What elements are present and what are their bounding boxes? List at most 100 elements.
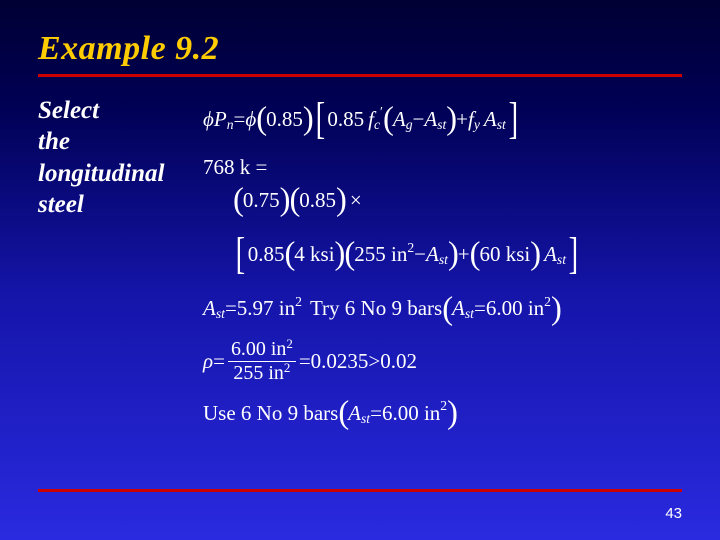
rparen-2: ) — [446, 102, 456, 138]
eq-sign-6: = — [370, 402, 382, 425]
val-4ksi: 4 ksi — [294, 243, 334, 266]
frac-num: 6.00 in2 — [228, 339, 296, 360]
slide: Example 9.2 Select the longitudinal stee… — [0, 0, 720, 540]
val-60ksi: 60 ksi — [479, 243, 530, 266]
rparen-7: ) — [530, 237, 540, 273]
fac-075: 0.75 — [243, 189, 280, 212]
ag-a: A — [393, 108, 406, 131]
lbracket-1: [ — [315, 95, 325, 144]
equation-row-2a: 768 k = — [203, 156, 682, 179]
equations-block: P n = ( 0.85 ) [ 0.85 f c ′ ( A g − A st… — [203, 95, 682, 443]
equation-row-4: A st = 5.97 in 2 Try 6 No 9 bars ( A st … — [203, 291, 682, 327]
sup-2-a: 2 — [407, 240, 414, 255]
ast4-a: A — [544, 243, 557, 266]
ag-g: g — [406, 117, 413, 132]
side-line-4: steel — [38, 189, 203, 220]
pn-n: n — [227, 117, 234, 132]
side-label: Select the longitudinal steel — [38, 95, 203, 220]
factor-085-outer: 0.85 — [266, 108, 303, 131]
factor-085-r3: 0.85 — [248, 243, 285, 266]
lparen-4: ( — [289, 183, 299, 219]
fy-y: y — [474, 117, 480, 132]
val-600: 6.00 in — [486, 297, 544, 320]
ast-st: st — [437, 117, 446, 132]
num-sup: 2 — [286, 336, 292, 351]
bottom-rule — [38, 489, 682, 492]
ast4-st: st — [557, 252, 566, 267]
minus-1: − — [413, 108, 425, 131]
rbracket-1: ] — [508, 95, 518, 144]
slide-title: Example 9.2 — [38, 30, 682, 68]
eq-sign-4b: = — [474, 297, 486, 320]
ast3-st: st — [439, 252, 448, 267]
rparen-8: ) — [551, 292, 561, 328]
rparen-6: ) — [448, 237, 458, 273]
ast7-st: st — [361, 411, 370, 426]
content-area: Select the longitudinal steel P n = ( 0.… — [38, 95, 682, 443]
den-255in: 255 in — [233, 362, 283, 384]
val-255in: 255 in — [354, 243, 407, 266]
pn-p: P — [214, 108, 227, 131]
eq-sign-1: = — [234, 108, 246, 131]
phi-symbol — [203, 108, 214, 131]
times-symbol — [350, 189, 362, 212]
den-sup: 2 — [284, 360, 290, 375]
ast6-a: A — [452, 297, 465, 320]
page-number: 43 — [665, 505, 682, 522]
sup-2-d: 2 — [440, 398, 447, 413]
minus-2: − — [414, 243, 426, 266]
gt-sign: > — [368, 350, 380, 373]
val-600b: 6.00 in — [382, 402, 440, 425]
lbracket-2: [ — [236, 230, 246, 279]
factor-085-inner: 0.85 — [327, 108, 364, 131]
equation-row-1: P n = ( 0.85 ) [ 0.85 f c ′ ( A g − A st… — [203, 95, 682, 144]
phi-symbol-2 — [245, 108, 256, 131]
try-text: Try 6 No 9 bars — [310, 297, 442, 320]
frac-den: 255 in2 — [230, 363, 293, 384]
use-text: Use 6 No 9 bars — [203, 402, 338, 425]
ast6-st: st — [465, 306, 474, 321]
fraction-rho: 6.00 in2 255 in2 — [228, 339, 296, 384]
ast5-a: A — [203, 297, 216, 320]
lparen-5: ( — [284, 237, 294, 273]
lhs-768k: 768 k = — [203, 156, 267, 179]
sup-2-b: 2 — [295, 294, 302, 309]
calc-0235: 0.0235 — [311, 350, 369, 373]
side-line-3: longitudinal — [38, 158, 203, 189]
ast-a: A — [424, 108, 437, 131]
sup-2-c: 2 — [544, 294, 551, 309]
rparen-5: ) — [335, 237, 345, 273]
lparen-2: ( — [383, 102, 393, 138]
ast3-a: A — [426, 243, 439, 266]
rparen-9: ) — [447, 396, 457, 432]
lparen-1: ( — [256, 102, 266, 138]
ast5-st: st — [216, 306, 225, 321]
rparen-1: ) — [303, 102, 313, 138]
lparen-3: ( — [233, 183, 243, 219]
plus-2: + — [458, 243, 470, 266]
plus-1: + — [456, 108, 468, 131]
ast2-st: st — [497, 117, 506, 132]
equation-row-5: = 6.00 in2 255 in2 = 0.0235 > 0.02 — [203, 339, 682, 384]
lparen-8: ( — [442, 292, 452, 328]
rparen-3: ) — [280, 183, 290, 219]
lparen-9: ( — [338, 396, 348, 432]
eq-sign-5b: = — [299, 350, 311, 373]
limit-002: 0.02 — [380, 350, 417, 373]
val-597: 5.97 in — [237, 297, 295, 320]
lparen-7: ( — [470, 237, 480, 273]
fac-085: 0.85 — [299, 189, 336, 212]
rho-symbol — [203, 350, 213, 373]
equation-row-6: Use 6 No 9 bars ( A st = 6.00 in 2 ) — [203, 396, 682, 432]
rbracket-2: ] — [569, 230, 579, 279]
ast2-a: A — [484, 108, 497, 131]
num-600in: 6.00 in — [231, 338, 286, 360]
side-line-2: the — [38, 126, 203, 157]
eq-sign-4: = — [225, 297, 237, 320]
equation-row-3: [ 0.85 ( 4 ksi ) ( 255 in 2 − A st ) + (… — [233, 230, 682, 279]
side-line-1: Select — [38, 95, 203, 126]
title-underline — [38, 74, 682, 77]
ast7-a: A — [348, 402, 361, 425]
lparen-6: ( — [344, 237, 354, 273]
eq-sign-5a: = — [213, 350, 225, 373]
